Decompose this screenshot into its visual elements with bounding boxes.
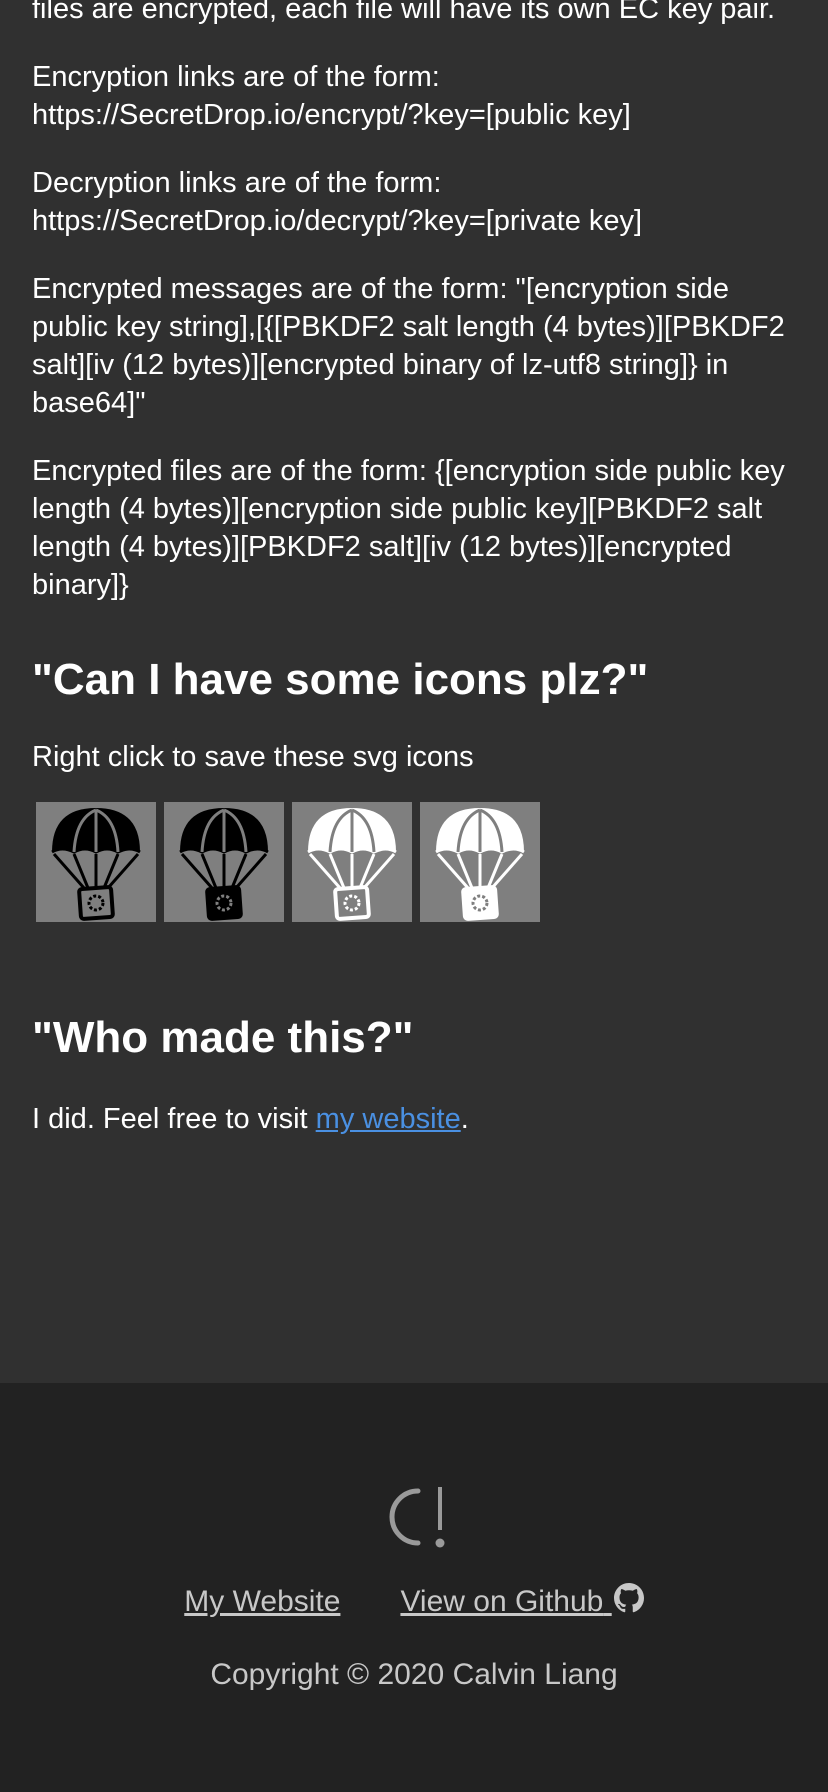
encrypted-files-text: Encrypted files are of the form: {[encry… [32, 455, 785, 601]
logo-icon [389, 1487, 445, 1548]
footer-my-website-link[interactable]: My Website [184, 1585, 340, 1618]
content: files are encrypted, each file will have… [32, 0, 796, 1168]
encrypted-messages-text: Encrypted messages are of the form: "[en… [32, 273, 785, 419]
encryption-links-text: Encryption links are of the form: https:… [32, 61, 631, 131]
parachute-filled-light-icon[interactable] [420, 802, 540, 922]
copyright-text: Copyright © 2020 Calvin Liang [210, 1658, 618, 1691]
icons-instructions: Right click to save these svg icons [32, 741, 474, 773]
main-content-area: files are encrypted, each file will have… [0, 0, 828, 1383]
footer-links: My Website View on Github [0, 1583, 828, 1619]
parachute-outline-light-icon[interactable] [292, 802, 412, 922]
my-website-link[interactable]: my website [316, 1103, 461, 1135]
about-heading: "Who made this?" [32, 1013, 414, 1062]
about-text-suffix: . [460, 1103, 469, 1135]
intro-lead-text: files are encrypted, each file will have… [32, 0, 776, 25]
icon-gallery [36, 802, 796, 922]
decryption-links-text: Decryption links are of the form: https:… [32, 167, 643, 237]
github-icon [613, 1583, 644, 1613]
footer-github-link[interactable]: View on Github [400, 1583, 644, 1618]
icons-heading: "Can I have some icons plz?" [32, 655, 649, 704]
parachute-filled-dark-icon[interactable] [164, 802, 284, 922]
parachute-outline-dark-icon[interactable] [36, 802, 156, 922]
about-text: I did. Feel free to visit my website. [32, 1100, 796, 1138]
footer: My Website View on Github Copyright © 202… [0, 1383, 828, 1792]
github-link-label: View on Github [400, 1585, 604, 1618]
about-text-prefix: I did. Feel free to visit [32, 1103, 316, 1135]
